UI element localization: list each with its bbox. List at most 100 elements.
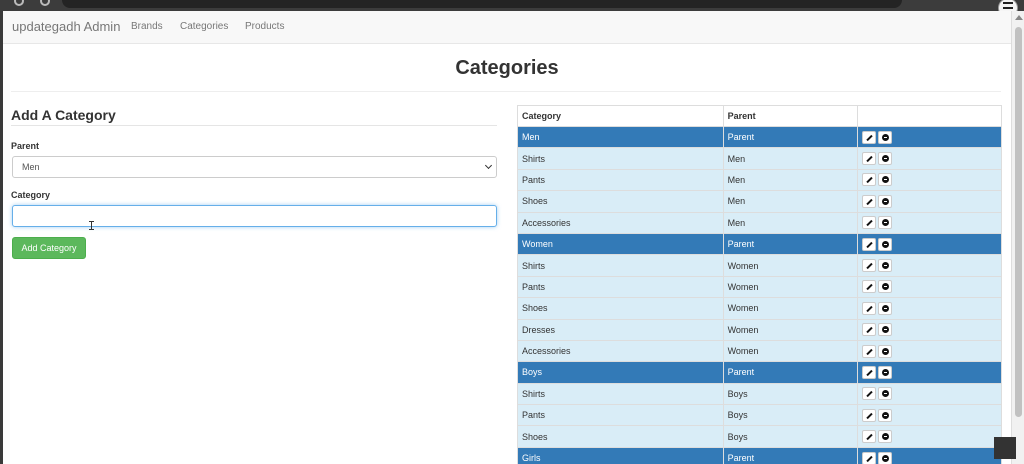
table-row: Shirts Men (517, 147, 1002, 170)
table-row: Shoes Men (517, 190, 1002, 213)
delete-button[interactable] (878, 259, 893, 273)
table-row: Girls Parent (517, 446, 1002, 464)
scrollbar-thumb[interactable] (1015, 27, 1022, 417)
delete-button[interactable] (878, 194, 893, 208)
delete-button[interactable] (878, 408, 893, 422)
categories-table: Category Parent Men Parent Shirts Men Pants M… (517, 105, 1002, 464)
actions-cell (857, 147, 1002, 170)
table-row: Shirts Women (517, 254, 1002, 277)
delete-button[interactable] (878, 152, 893, 166)
add-category-button[interactable]: Add Category (12, 237, 86, 259)
parent-cell: Parent (722, 446, 859, 464)
actions-cell (857, 275, 1002, 299)
parent-cell: Women (722, 318, 859, 341)
edit-button[interactable] (862, 430, 877, 444)
edit-button[interactable] (862, 301, 877, 315)
category-cell: Accessories (517, 211, 724, 234)
column-header-actions (857, 105, 1002, 127)
clock-widget (994, 437, 1016, 459)
edit-button[interactable] (862, 387, 877, 401)
edit-button[interactable] (862, 280, 877, 294)
edit-button[interactable] (862, 216, 877, 230)
form-heading: Add A Category (11, 107, 116, 123)
edit-button[interactable] (862, 344, 877, 358)
table-row: Shirts Boys (517, 382, 1002, 406)
edit-button[interactable] (862, 365, 877, 379)
delete-button[interactable] (878, 430, 893, 444)
parent-cell: Boys (722, 425, 859, 448)
table-row: Pants Boys (517, 404, 1002, 427)
address-bar[interactable] (62, 0, 902, 8)
actions-cell (857, 318, 1002, 341)
actions-cell (857, 339, 1002, 363)
table-row: Boys Parent (517, 361, 1002, 384)
edit-button[interactable] (862, 173, 877, 187)
divider (11, 125, 497, 126)
edit-button[interactable] (862, 152, 877, 166)
nav-link-brands[interactable]: Brands (131, 21, 163, 32)
edit-button[interactable] (862, 408, 877, 422)
category-cell: Girls (517, 446, 724, 464)
page-viewport: updategadh Admin Brands Categories Produ… (3, 11, 1011, 464)
edit-button[interactable] (862, 451, 877, 464)
category-cell: Dresses (517, 318, 724, 341)
category-cell: Shoes (517, 297, 724, 320)
column-header-category: Category (517, 105, 724, 127)
table-row: Shoes Women (517, 297, 1002, 320)
table-row: Men Parent (517, 125, 1002, 149)
text-cursor-icon (89, 221, 94, 230)
delete-button[interactable] (878, 323, 893, 337)
category-input[interactable] (12, 205, 497, 227)
nav-link-categories[interactable]: Categories (180, 21, 228, 32)
category-cell: Shirts (517, 382, 724, 406)
table-row: Pants Men (517, 168, 1002, 192)
category-cell: Pants (517, 168, 724, 192)
parent-select[interactable]: Men (12, 156, 497, 178)
parent-cell: Parent (722, 125, 859, 149)
delete-button[interactable] (878, 365, 893, 379)
table-header-row: Category Parent (517, 105, 1002, 127)
edit-button[interactable] (862, 130, 877, 144)
table-row: Women Parent (517, 232, 1002, 256)
table-row: Pants Women (517, 275, 1002, 299)
delete-button[interactable] (878, 280, 893, 294)
delete-button[interactable] (878, 216, 893, 230)
actions-cell (857, 190, 1002, 213)
parent-cell: Men (722, 168, 859, 192)
delete-button[interactable] (878, 387, 893, 401)
category-label: Category (11, 190, 51, 200)
browser-chrome (0, 0, 1024, 18)
edit-button[interactable] (862, 259, 877, 273)
parent-select-value: Men (22, 162, 40, 172)
delete-button[interactable] (878, 344, 893, 358)
delete-button[interactable] (878, 130, 893, 144)
column-header-parent: Parent (722, 105, 859, 127)
delete-button[interactable] (878, 173, 893, 187)
delete-button[interactable] (878, 451, 893, 464)
vertical-scrollbar[interactable] (1011, 11, 1024, 464)
category-cell: Shoes (517, 190, 724, 213)
edit-button[interactable] (862, 237, 877, 251)
category-cell: Pants (517, 275, 724, 299)
chevron-down-icon (484, 161, 493, 170)
scroll-up-icon[interactable] (1015, 15, 1023, 20)
back-icon[interactable] (14, 0, 24, 6)
edit-button[interactable] (862, 323, 877, 337)
parent-cell: Parent (722, 361, 859, 384)
actions-cell (857, 232, 1002, 256)
nav-link-products[interactable]: Products (245, 21, 284, 32)
reload-icon[interactable] (40, 0, 50, 6)
edit-button[interactable] (862, 194, 877, 208)
actions-cell (857, 404, 1002, 427)
delete-button[interactable] (878, 237, 893, 251)
parent-cell: Parent (722, 232, 859, 256)
delete-button[interactable] (878, 301, 893, 315)
actions-cell (857, 211, 1002, 234)
actions-cell (857, 125, 1002, 149)
parent-cell: Women (722, 339, 859, 363)
page-title: Categories (455, 57, 559, 79)
navbar-brand[interactable]: updategadh Admin (12, 19, 120, 34)
category-cell: Women (517, 232, 724, 256)
parent-cell: Boys (722, 404, 859, 427)
category-cell: Accessories (517, 339, 724, 363)
